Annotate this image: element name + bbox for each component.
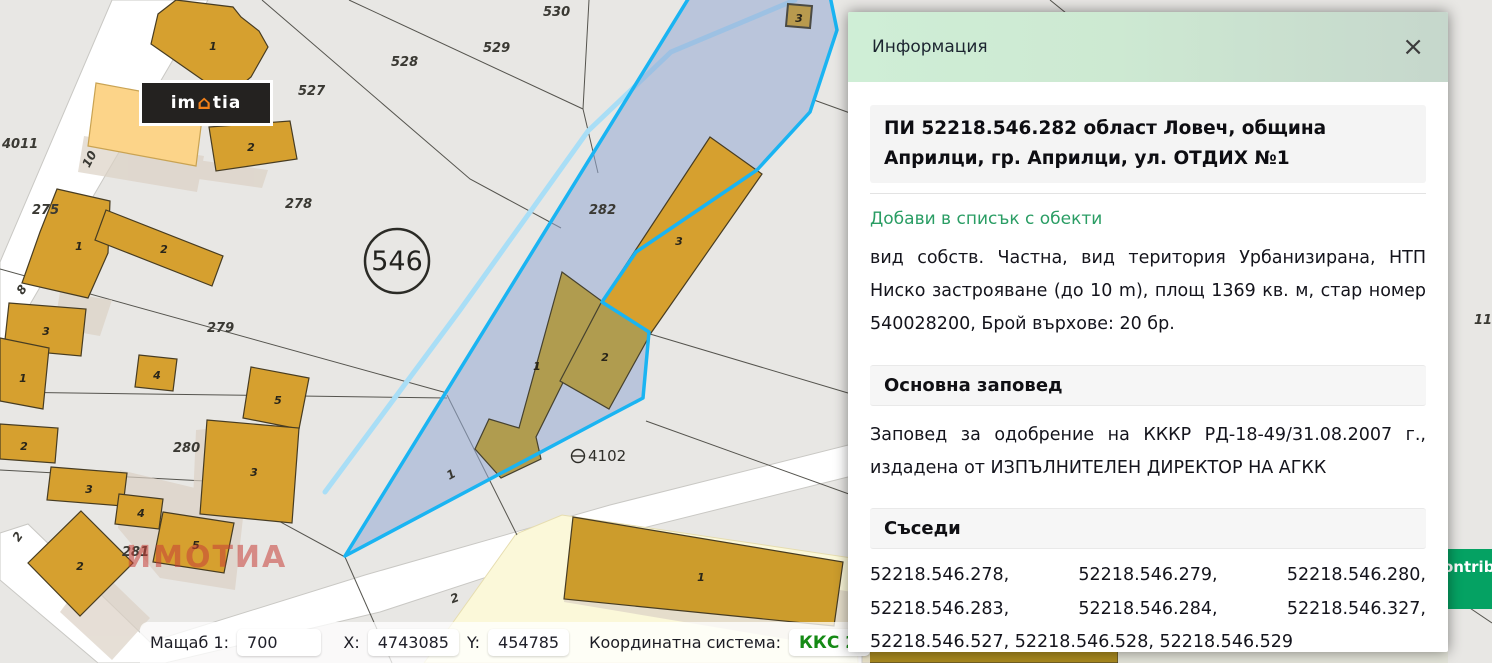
building-label: 3 [795, 12, 803, 25]
map-label: 527 [298, 84, 326, 99]
map-label: 279 [207, 321, 234, 336]
building-label: 3 [42, 325, 50, 338]
y-coordinate-input[interactable]: 454785 [488, 629, 569, 656]
building-label: 1 [533, 360, 541, 373]
map-label: 278 [285, 197, 312, 212]
info-panel: Информация × ПИ 52218.546.282 област Лов… [848, 12, 1448, 652]
building-label: 1 [697, 571, 705, 584]
neighbors-row: 52218.546.527, 52218.546.528, 52218.546.… [870, 626, 1426, 652]
imotia-logo: im⌂tia [139, 80, 273, 126]
add-to-list-link[interactable]: Добави в списък с обекти [870, 209, 1102, 229]
close-icon[interactable]: × [1402, 34, 1424, 60]
crs-label: Координатна система: [589, 633, 781, 652]
property-details: вид собств. Частна, вид територия Урбани… [870, 242, 1426, 341]
building-label: 5 [274, 394, 282, 407]
building-label: 1 [209, 40, 217, 53]
scale-label: Мащаб 1: [150, 633, 229, 652]
x-label: X: [343, 633, 359, 652]
building-label: 1 [19, 372, 27, 385]
info-panel-body: ПИ 52218.546.282 област Ловеч, община Ап… [848, 105, 1448, 652]
scale-input[interactable]: 700 [237, 629, 321, 656]
map-label: 528 [391, 55, 418, 70]
panel-title: Информация [872, 37, 988, 57]
building-label: 3 [250, 466, 258, 479]
attribution-ribbon[interactable]: ontribu [1446, 549, 1492, 609]
building[interactable] [0, 424, 58, 463]
building-label: 1 [75, 240, 83, 253]
neighbors-list: 52218.546.278, 52218.546.279, 52218.546.… [870, 559, 1426, 652]
neighbors-row: 52218.546.278, 52218.546.279, 52218.546.… [870, 559, 1426, 592]
property-title-wrap: ПИ 52218.546.282 област Ловеч, община Ап… [870, 105, 1426, 194]
building-label: 3 [85, 483, 93, 496]
logo-text-left: im [171, 93, 197, 113]
x-coordinate-input[interactable]: 4743085 [368, 629, 459, 656]
neighbors-section-header: Съседи [870, 508, 1426, 549]
neighbor-id: 52218.546.279, [1078, 559, 1217, 592]
map-label: 530 [543, 5, 570, 20]
map-label: 275 [32, 203, 59, 218]
building-label: 2 [247, 141, 255, 154]
imotia-watermark: ИМОТИА [126, 540, 287, 575]
neighbor-id: 52218.546.280, [1287, 559, 1426, 592]
property-title: ПИ 52218.546.282 област Ловеч, община Ап… [870, 105, 1426, 183]
order-section-header: Основна заповед [870, 365, 1426, 406]
neighbor-id: 52218.546.327, [1287, 593, 1426, 626]
region-number: 546 [371, 246, 423, 277]
building-label: 4 [136, 507, 145, 520]
neighbors-row: 52218.546.283, 52218.546.284, 52218.546.… [870, 593, 1426, 626]
map-statusbar: Мащаб 1: 700 X: 4743085 Y: 454785 Коорди… [140, 622, 870, 663]
building-label: 2 [601, 351, 609, 364]
building-label: 4 [152, 369, 161, 382]
info-panel-header: Информация × [848, 12, 1448, 82]
map-label: 4011 [1, 137, 38, 152]
attribution-text: ontribu [1446, 558, 1492, 576]
house-icon: ⌂ [197, 92, 212, 114]
building-label: 2 [76, 560, 84, 573]
neighbor-id: 52218.546.283, [870, 593, 1009, 626]
building-label: 3 [675, 235, 683, 248]
building-label: 2 [20, 440, 28, 453]
building-label: 2 [160, 243, 168, 256]
order-text: Заповед за одобрение на КККР РД-18-49/31… [870, 419, 1426, 485]
map-label: 529 [483, 41, 510, 56]
neighbor-id: 52218.546.278, [870, 559, 1009, 592]
map-label: 4102 [588, 447, 626, 465]
map-strip [1118, 651, 1448, 663]
map-label: 280 [173, 441, 200, 456]
neighbor-id: 52218.546.284, [1078, 593, 1217, 626]
map-label: 11 [1474, 313, 1492, 328]
app-window: 530 529 528 527 282 278 275 4011 279 280… [0, 0, 1492, 663]
map-label: 282 [589, 203, 616, 218]
logo-text-right: tia [213, 93, 241, 113]
y-label: Y: [467, 633, 480, 652]
